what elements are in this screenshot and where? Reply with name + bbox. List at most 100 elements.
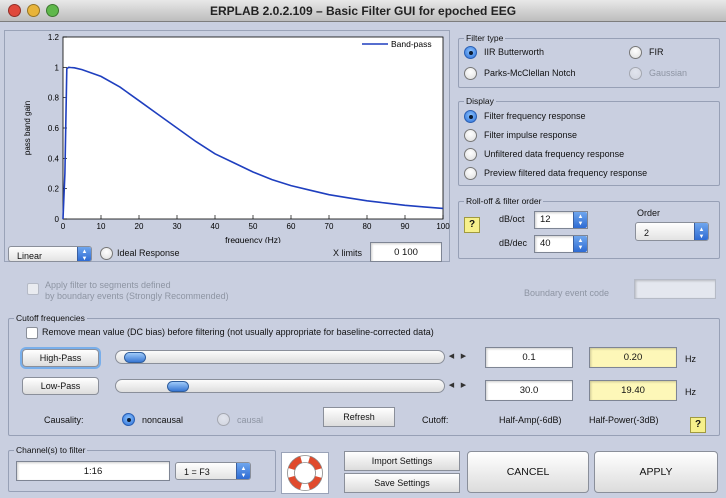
dbdec-stepper-icon[interactable]: ▲ ▼ [573,236,587,252]
lowpass-left-arrow-icon[interactable]: ◀ [446,379,457,393]
ideal-response-label: Ideal Response [117,248,180,258]
lifebuoy-help-button[interactable] [281,452,329,494]
x-tick-label: 90 [401,222,410,231]
lowpass-slider[interactable] [115,379,445,393]
x-tick-label: 100 [436,222,450,231]
channels-input[interactable]: 1:16 [16,461,170,481]
cutoff-title: Cutoff frequencies [14,313,87,323]
lowpass-slider-thumb[interactable] [166,381,189,392]
cutoff-label: Cutoff: [422,415,449,425]
cutoff-group: Cutoff frequencies Remove mean value (DC… [8,313,720,436]
x-tick-label: 0 [61,222,66,231]
parks-mcclellan-radio[interactable] [464,67,477,80]
apply-boundary-checkbox [27,283,39,295]
dboct-stepper-icon[interactable]: ▲ ▼ [573,212,587,228]
save-settings-button[interactable]: Save Settings [344,473,460,493]
display-title: Display [464,96,496,106]
preview-filtered-response-label: Preview filtered data frequency response [484,168,648,178]
boundary-code-input [634,279,716,299]
highpass-button[interactable]: High-Pass [22,349,99,367]
dboct-input[interactable]: 12 ▲ ▼ [534,211,588,229]
half-amp-label: Half-Amp(-6dB) [499,415,562,425]
iir-butterworth-radio[interactable] [464,46,477,59]
cancel-button[interactable]: CANCEL [467,451,589,493]
x-axis-label: frequency (Hz) [225,235,281,243]
lowpass-right-arrow-icon[interactable]: ▶ [458,379,469,393]
cutoff-help-button[interactable]: ? [690,417,706,433]
dbdec-input[interactable]: 40 ▲ ▼ [534,235,588,253]
lowpass-power-value: 19.40 [589,380,677,401]
causal-radio [217,413,230,426]
filter-impulse-response-label: Filter impulse response [484,130,578,140]
apply-button[interactable]: APPLY [594,451,718,493]
remove-mean-checkbox[interactable] [26,327,38,339]
filter-impulse-response-radio[interactable] [464,129,477,142]
iir-butterworth-label: IIR Butterworth [484,47,545,57]
channel-select-arrows-icon: ▲ ▼ [236,463,250,479]
highpass-value-input[interactable]: 0.1 [485,347,573,368]
channel-select-value: 1 = F3 [184,467,210,477]
y-tick-label: 0.4 [48,154,60,163]
order-value: 2 [644,228,650,238]
order-select[interactable]: 2 ▲ ▼ [635,222,709,241]
half-power-label: Half-Power(-3dB) [589,415,659,425]
y-tick-label: 0.8 [48,94,60,103]
highpass-left-arrow-icon[interactable]: ◀ [446,350,457,364]
x-tick-label: 50 [249,222,258,231]
x-tick-label: 60 [287,222,296,231]
gaussian-radio [629,67,642,80]
rolloff-help-button[interactable]: ? [464,217,480,233]
fir-label: FIR [649,47,664,57]
rolloff-group: Roll-off & filter order ? dB/oct 12 ▲ ▼ d… [458,196,720,259]
x-tick-label: 40 [211,222,220,231]
filter-frequency-response-radio[interactable] [464,110,477,123]
parks-mcclellan-label: Parks-McClellan Notch [484,68,576,78]
highpass-right-arrow-icon[interactable]: ▶ [458,350,469,364]
legend-label: Band-pass [391,39,432,49]
highpass-slider[interactable] [115,350,445,364]
x-tick-label: 10 [97,222,106,231]
lowpass-value-input[interactable]: 30.0 [485,380,573,401]
title-bar: ERPLAB 2.0.2.109 – Basic Filter GUI for … [0,0,726,22]
x-tick-label: 30 [173,222,182,231]
y-tick-label: 0 [55,215,60,224]
dbdec-label: dB/dec [499,238,528,248]
refresh-button[interactable]: Refresh [323,407,395,427]
x-tick-label: 20 [135,222,144,231]
y-axis-label: pass band gain [23,101,32,155]
filter-type-title: Filter type [464,33,506,43]
channels-group: Channel(s) to filter 1:16 1 = F3 ▲ ▼ [8,445,276,492]
y-tick-label: 1 [55,63,60,72]
window-title: ERPLAB 2.0.2.109 – Basic Filter GUI for … [209,4,517,18]
order-label: Order [637,208,661,218]
import-settings-button[interactable]: Import Settings [344,451,460,471]
highpass-slider-thumb[interactable] [124,352,147,363]
highpass-power-value: 0.20 [589,347,677,368]
lifebuoy-icon [287,455,323,491]
highpass-hz-label: Hz [685,354,696,364]
plot-area [62,36,444,220]
scale-select-value: Linear [17,251,43,261]
noncausal-radio[interactable] [122,413,135,426]
channel-select[interactable]: 1 = F3 ▲ ▼ [175,462,251,480]
dboct-value: 12 [540,214,551,225]
display-group: Display Filter frequency response Filter… [458,96,720,186]
ideal-response-radio[interactable] [100,247,113,260]
apply-boundary-label-1: Apply filter to segments defined [45,280,171,290]
dbdec-value: 40 [540,238,551,249]
gaussian-label: Gaussian [649,68,688,78]
xlimits-input[interactable]: 0 100 [370,242,442,262]
x-tick-label: 70 [325,222,334,231]
scale-select[interactable]: Linear ▲ ▼ [8,246,92,262]
fir-radio[interactable] [629,46,642,59]
y-tick-label: 0.6 [48,124,60,133]
lowpass-hz-label: Hz [685,387,696,397]
dboct-label: dB/oct [499,214,525,224]
causal-label: causal [237,415,264,425]
lowpass-button[interactable]: Low-Pass [22,377,99,395]
preview-filtered-response-radio[interactable] [464,167,477,180]
boundary-code-label: Boundary event code [524,288,610,298]
noncausal-label: noncausal [142,415,184,425]
unfiltered-frequency-response-radio[interactable] [464,148,477,161]
frequency-response-chart: 0 10 20 30 40 50 60 70 80 90 10000.20.40.60.811.2 … [23,33,450,243]
